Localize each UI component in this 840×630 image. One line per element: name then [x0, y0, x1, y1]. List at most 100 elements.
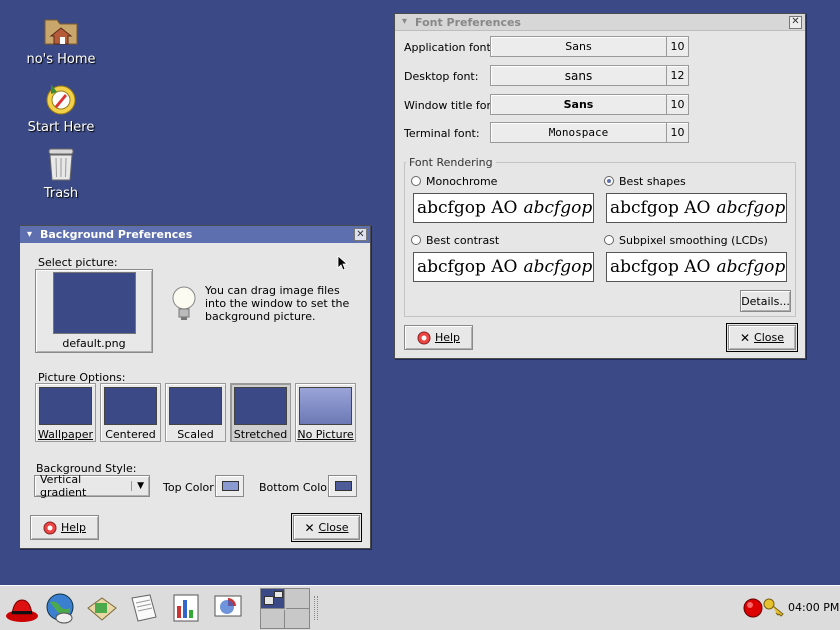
desktop-font-label: Desktop font: — [404, 70, 479, 83]
option-preview — [104, 387, 157, 425]
close-label: Close — [318, 521, 349, 534]
desktop-icon-label: Trash — [43, 186, 79, 201]
close-icon: ✕ — [304, 520, 315, 535]
sample-text: abcfgop AO — [610, 198, 711, 218]
font-size: 10 — [666, 95, 688, 114]
workspace-switcher[interactable] — [260, 588, 310, 629]
help-icon — [417, 331, 431, 344]
mouse-pointer-icon — [337, 255, 348, 271]
lightbulb-icon — [172, 286, 196, 320]
top-color-label: Top Color: — [163, 481, 218, 494]
font-preferences-titlebar[interactable]: ▾ Font Preferences ✕ — [395, 14, 805, 31]
sample-italic: abcfgop — [716, 257, 786, 277]
close-window-button[interactable]: ✕ — [789, 15, 802, 29]
style-value: Vertical gradient — [40, 473, 87, 499]
font-name: sans — [564, 68, 593, 83]
update-alert-icon[interactable] — [743, 598, 763, 618]
sample-best-contrast: abcfgop AO abcfgop — [413, 252, 594, 282]
sample-text: abcfgop AO — [417, 257, 518, 277]
radio-monochrome[interactable]: Monochrome — [411, 175, 497, 188]
option-scaled[interactable]: Scaled — [165, 383, 226, 442]
clock[interactable]: 04:00 PM — [788, 601, 839, 614]
email-icon[interactable] — [84, 590, 120, 626]
sample-italic: abcfgop — [716, 198, 786, 218]
writer-icon[interactable] — [126, 590, 162, 626]
radio-indicator — [604, 176, 614, 186]
sample-italic: abcfgop — [523, 198, 593, 218]
spreadsheet-icon[interactable] — [168, 590, 204, 626]
keys-icon[interactable] — [763, 597, 785, 617]
bottom-color-swatch — [335, 481, 352, 491]
details-label: Details... — [741, 294, 790, 308]
radio-best-shapes[interactable]: Best shapes — [604, 175, 686, 188]
picture-chooser-button[interactable]: default.png — [35, 269, 153, 353]
radio-best-contrast[interactable]: Best contrast — [411, 234, 499, 247]
desktop-icon-start-here[interactable]: Start Here — [11, 78, 111, 135]
option-stretched[interactable]: Stretched — [230, 383, 291, 442]
desktop-icon-label: no's Home — [26, 52, 96, 67]
details-button[interactable]: Details... — [740, 290, 791, 312]
font-name: Sans — [563, 98, 594, 111]
sample-italic: abcfgop — [523, 257, 593, 277]
workspace-1[interactable] — [261, 589, 285, 609]
close-window-button[interactable]: ✕ — [354, 228, 367, 241]
application-font-label: Application font: — [404, 41, 495, 54]
option-preview — [39, 387, 92, 425]
close-button[interactable]: ✕ Close — [291, 513, 362, 542]
desktop-icon-label: Start Here — [27, 120, 95, 135]
close-icon: ✕ — [739, 330, 751, 345]
window-menu-button[interactable]: ▾ — [398, 16, 411, 29]
close-button[interactable]: ✕ Close — [726, 323, 798, 352]
presentation-icon[interactable] — [210, 590, 246, 626]
window-title: Font Preferences — [415, 15, 521, 29]
radio-indicator — [411, 235, 421, 245]
workspace-2[interactable] — [286, 589, 310, 609]
application-font-button[interactable]: Sans 10 — [490, 36, 689, 57]
radio-label: Best shapes — [619, 175, 686, 188]
window-title: Background Preferences — [40, 228, 193, 241]
font-rendering-title: Font Rendering — [406, 156, 496, 169]
top-color-button[interactable] — [215, 475, 244, 497]
start-here-icon — [46, 84, 76, 115]
desktop-font-button[interactable]: sans 12 — [490, 65, 689, 86]
bottom-color-button[interactable] — [328, 475, 357, 497]
help-icon — [43, 521, 57, 534]
window-menu-button[interactable]: ▾ — [23, 228, 36, 241]
workspace-4[interactable] — [286, 610, 310, 629]
terminal-font-button[interactable]: Monospace 10 — [490, 122, 689, 143]
desktop-icon-trash[interactable]: Trash — [11, 144, 111, 201]
radio-label: Subpixel smoothing (LCDs) — [619, 234, 768, 247]
option-wallpaper[interactable]: Wallpaper — [35, 383, 96, 442]
desktop-icon-home[interactable]: no's Home — [11, 10, 111, 67]
help-button[interactable]: Help — [404, 325, 473, 350]
mini-window — [274, 591, 283, 598]
redhat-menu-icon[interactable] — [4, 590, 40, 626]
option-preview — [169, 387, 222, 425]
background-preferences-titlebar[interactable]: ▾ Background Preferences ✕ — [20, 226, 370, 243]
font-size: 12 — [666, 66, 688, 85]
panel-drag-handle[interactable] — [314, 596, 318, 620]
sample-text: abcfgop AO — [610, 257, 711, 277]
home-folder-icon — [44, 19, 78, 45]
option-label: No Picture — [297, 428, 354, 441]
web-browser-icon[interactable] — [42, 590, 78, 626]
radio-subpixel[interactable]: Subpixel smoothing (LCDs) — [604, 234, 768, 247]
workspace-3[interactable] — [261, 610, 285, 629]
option-no-picture[interactable]: No Picture — [295, 383, 356, 442]
window-title-font-button[interactable]: Sans 10 — [490, 94, 689, 115]
option-centered[interactable]: Centered — [100, 383, 161, 442]
sample-text: abcfgop AO — [417, 198, 518, 218]
font-size: 10 — [666, 37, 688, 56]
close-label: Close — [754, 331, 785, 344]
help-button[interactable]: Help — [30, 515, 99, 540]
help-label: Help — [434, 331, 461, 344]
picture-preview — [52, 272, 136, 334]
drag-hint-text: You can drag image files into the window… — [205, 284, 350, 323]
radio-indicator — [411, 176, 421, 186]
font-name: Monospace — [548, 126, 609, 139]
background-style-select[interactable]: Vertical gradient ▼ — [34, 473, 150, 499]
terminal-font-label: Terminal font: — [404, 127, 480, 140]
option-label: Wallpaper — [37, 428, 94, 441]
top-color-swatch — [222, 481, 239, 491]
help-label: Help — [60, 521, 87, 534]
